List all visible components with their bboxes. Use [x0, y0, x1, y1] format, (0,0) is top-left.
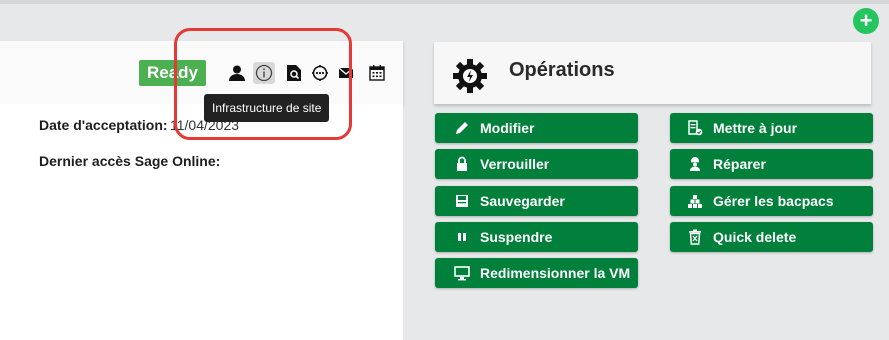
repair-icon [687, 156, 703, 172]
operations-header [434, 42, 871, 104]
search-document-icon[interactable] [283, 62, 305, 84]
lock-button[interactable]: Verrouiller [435, 149, 638, 179]
button-label: Réparer [713, 156, 766, 172]
update-button[interactable]: Mettre à jour [670, 113, 873, 143]
button-label: Gérer les bacpacs [713, 193, 834, 209]
pencil-icon [454, 120, 470, 136]
acceptance-date-label: Date d'acceptation: [39, 117, 168, 133]
lock-icon [454, 156, 470, 172]
pause-icon [454, 229, 470, 245]
operations-title: Opérations [509, 59, 615, 81]
manage-bacpacs-button[interactable]: Gérer les bacpacs [670, 186, 873, 216]
quick-delete-button[interactable]: Quick delete [670, 222, 873, 252]
button-label: Suspendre [480, 229, 553, 245]
trash-icon [687, 229, 703, 245]
button-label: Verrouiller [480, 156, 550, 172]
status-badge: Ready [139, 60, 206, 86]
resize-vm-button[interactable]: Redimensionner la VM [435, 258, 638, 288]
save-button[interactable]: Sauvegarder [435, 186, 638, 216]
button-label: Sauvegarder [480, 193, 565, 209]
repair-button[interactable]: Réparer [670, 149, 873, 179]
user-icon[interactable] [226, 62, 248, 84]
save-icon [454, 193, 470, 209]
calendar-icon[interactable] [366, 62, 388, 84]
tooltip: Infrastructure de site [204, 94, 330, 122]
button-label: Redimensionner la VM [480, 265, 631, 281]
modify-button[interactable]: Modifier [435, 113, 638, 143]
last-access-label: Dernier accès Sage Online: [39, 153, 221, 169]
boxes-icon [687, 193, 703, 209]
network-icon[interactable] [309, 62, 331, 84]
button-label: Mettre à jour [713, 120, 798, 136]
monitor-icon [454, 265, 470, 281]
button-label: Modifier [480, 120, 535, 136]
gear-icon [452, 58, 488, 99]
suspend-button[interactable]: Suspendre [435, 222, 638, 252]
info-icon[interactable] [253, 62, 275, 84]
top-bar [0, 0, 889, 4]
mail-icon[interactable] [335, 62, 357, 84]
detail-body [0, 104, 403, 340]
update-icon [687, 120, 703, 136]
add-button[interactable]: + [853, 8, 879, 34]
button-label: Quick delete [713, 229, 797, 245]
